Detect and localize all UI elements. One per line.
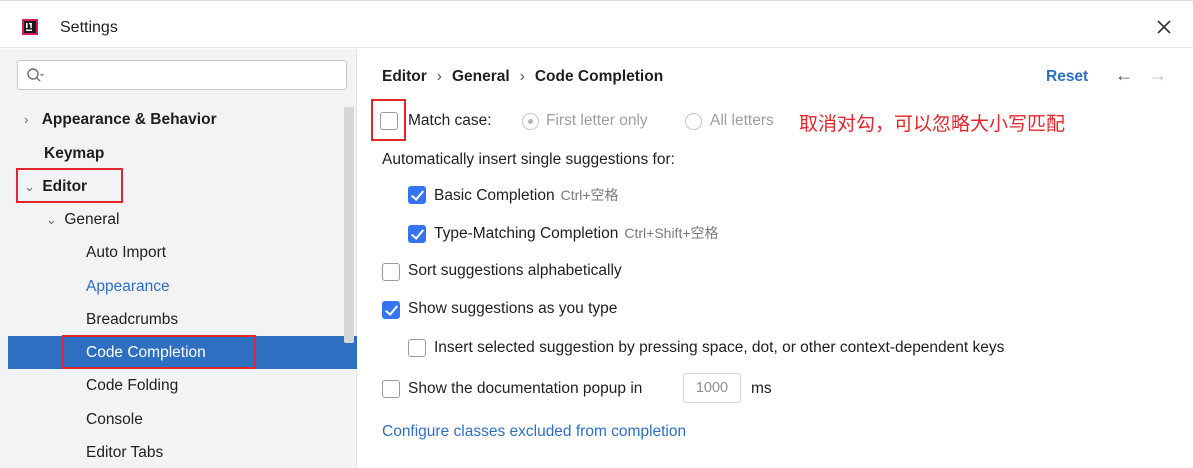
arrow-left-icon[interactable]: ←: [1115, 65, 1133, 86]
search-field[interactable]: [17, 60, 347, 90]
breadcrumb-editor[interactable]: Editor: [382, 68, 427, 85]
chevron-down-icon[interactable]: ⌄: [24, 170, 38, 203]
breadcrumb-general[interactable]: General: [452, 68, 510, 85]
breadcrumb: Editor › General › Code Completion: [382, 68, 663, 86]
basic-completion-row: Basic Completion Ctrl+空格: [434, 183, 619, 207]
sidebar-item-appearance-behavior[interactable]: › Appearance & Behavior: [24, 103, 217, 136]
sidebar-item-breadcrumbs[interactable]: Breadcrumbs: [86, 303, 178, 336]
search-input[interactable]: [50, 65, 340, 85]
configure-excluded-classes-link[interactable]: Configure classes excluded from completi…: [382, 420, 686, 444]
sidebar-item-label: General: [64, 211, 120, 228]
sidebar-item-label: Keymap: [44, 145, 105, 162]
sidebar-item-label: Editor Tabs: [86, 444, 164, 461]
arrow-right-icon[interactable]: →: [1149, 65, 1167, 86]
type-matching-row: Type-Matching Completion Ctrl+Shift+空格: [434, 221, 719, 245]
sidebar-item-label: Auto Import: [86, 244, 167, 261]
doc-popup-delay-input[interactable]: 1000: [683, 373, 741, 403]
sidebar-item-label: Console: [86, 411, 143, 428]
doc-popup-checkbox[interactable]: [382, 380, 400, 398]
annotation-text: 取消对勾，可以忽略大小写匹配: [799, 113, 1066, 135]
chevron-right-icon[interactable]: ›: [24, 103, 38, 136]
sidebar-item-label: Code Folding: [86, 377, 179, 394]
basic-completion-checkbox[interactable]: [408, 186, 426, 204]
intellij-app-icon: [22, 19, 38, 35]
all-letters-radio[interactable]: [685, 113, 702, 130]
basic-completion-label: Basic Completion: [434, 187, 555, 204]
sort-alphabetically-label: Sort suggestions alphabetically: [408, 262, 622, 279]
sidebar-item-auto-import[interactable]: Auto Import: [86, 236, 166, 269]
sidebar-item-keymap[interactable]: Keymap: [44, 137, 104, 170]
sidebar-item-label: Appearance & Behavior: [41, 111, 217, 128]
title-bar: Settings: [0, 0, 1193, 48]
first-letter-radio[interactable]: [522, 113, 539, 130]
match-case-checkbox[interactable]: [380, 112, 398, 130]
sidebar-item-editor-tabs[interactable]: Editor Tabs: [86, 436, 163, 468]
sidebar-item-general[interactable]: ⌄ General: [46, 203, 119, 236]
search-icon: [27, 68, 44, 82]
sidebar-item-label: Breadcrumbs: [86, 311, 179, 328]
auto-insert-heading: Automatically insert single suggestions …: [382, 151, 675, 168]
sort-alphabetically-checkbox[interactable]: [382, 263, 400, 281]
breadcrumb-separator: ›: [436, 68, 442, 85]
all-letters-label: All letters: [710, 112, 774, 129]
type-matching-label: Type-Matching Completion: [434, 225, 619, 242]
close-icon[interactable]: [1152, 15, 1176, 39]
show-as-type-checkbox[interactable]: [382, 301, 400, 319]
insert-selected-checkbox[interactable]: [408, 339, 426, 357]
sidebar-scrollbar[interactable]: [344, 107, 354, 343]
insert-selected-label: Insert selected suggestion by pressing s…: [434, 339, 1005, 356]
settings-sidebar: › Appearance & Behavior Keymap ⌄ Editor …: [0, 49, 357, 468]
settings-content: Editor › General › Code Completion Reset ← →…: [358, 49, 1193, 468]
type-matching-shortcut: Ctrl+Shift+空格: [624, 225, 719, 241]
doc-popup-unit: ms: [751, 380, 772, 397]
sidebar-item-editor[interactable]: ⌄ Editor: [24, 170, 87, 203]
sidebar-item-label: Editor: [42, 178, 88, 195]
doc-popup-label: Show the documentation popup in: [408, 380, 643, 397]
sidebar-item-label: Code Completion: [86, 344, 206, 361]
match-case-label: Match case:: [408, 112, 492, 129]
first-letter-label: First letter only: [546, 112, 648, 129]
basic-completion-shortcut: Ctrl+空格: [560, 187, 619, 203]
show-as-type-label: Show suggestions as you type: [408, 300, 618, 317]
breadcrumb-code-completion: Code Completion: [534, 68, 664, 85]
breadcrumb-separator: ›: [519, 68, 525, 85]
sidebar-item-console[interactable]: Console: [86, 403, 143, 436]
window-title: Settings: [60, 19, 118, 36]
type-matching-checkbox[interactable]: [408, 225, 426, 243]
sidebar-item-code-completion[interactable]: Code Completion: [8, 336, 357, 369]
sidebar-item-code-folding[interactable]: Code Folding: [86, 369, 178, 402]
reset-link[interactable]: Reset: [1046, 68, 1088, 86]
chevron-down-icon[interactable]: ⌄: [46, 203, 60, 236]
sidebar-item-appearance[interactable]: Appearance: [86, 270, 170, 303]
sidebar-item-label: Appearance: [86, 278, 170, 295]
